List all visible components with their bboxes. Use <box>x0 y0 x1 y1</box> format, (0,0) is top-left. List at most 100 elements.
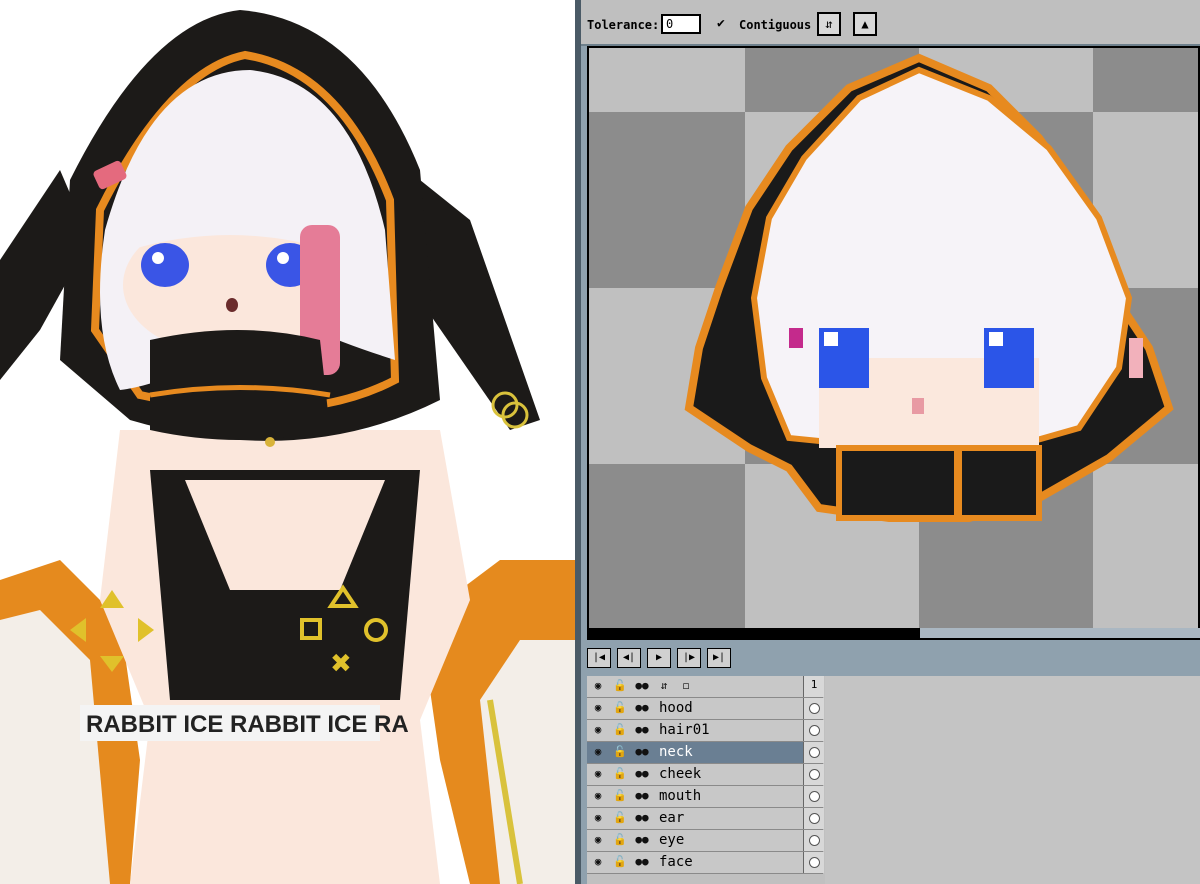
layer-name: ear <box>659 810 685 826</box>
lock-icon[interactable]: 🔓 <box>611 678 629 694</box>
bucket-icon[interactable]: ▲ <box>853 12 877 36</box>
pixel-collar <box>836 445 1042 521</box>
eye-icon[interactable]: ◉ <box>589 744 607 760</box>
reference-illustration: RABBIT ICE RABBIT ICE RA ✖ <box>0 0 575 884</box>
keyframe-dot <box>809 769 820 780</box>
onion-skin-icon[interactable]: ●● <box>633 700 651 716</box>
pixel-ear <box>1129 338 1143 378</box>
last-frame-icon[interactable]: ▶| <box>707 648 731 668</box>
layer-row-eye[interactable]: ◉ 🔓 ●● eye <box>587 830 824 852</box>
character-artwork: RABBIT ICE RABBIT ICE RA ✖ <box>0 10 575 884</box>
eye-icon[interactable]: ◉ <box>589 788 607 804</box>
play-icon[interactable]: ▶ <box>647 648 671 668</box>
collar-button <box>265 437 275 447</box>
left-eye <box>141 243 189 287</box>
pixel-collar-seam <box>954 448 962 518</box>
eye-icon[interactable]: ◉ <box>589 766 607 782</box>
keyframe-dot <box>809 857 820 868</box>
eye-icon[interactable]: ◉ <box>589 722 607 738</box>
onion-skin-icon[interactable]: ●● <box>633 832 651 848</box>
keyframe-dot <box>809 791 820 802</box>
frame-cell[interactable] <box>803 764 824 785</box>
lock-icon[interactable]: 🔓 <box>611 766 629 782</box>
checker-tile <box>589 464 745 630</box>
layer-name: hood <box>659 700 693 716</box>
keyframe-dot <box>809 835 820 846</box>
layer-name: eye <box>659 832 685 848</box>
timeline-area[interactable] <box>825 676 1200 884</box>
right-eye-shine <box>277 252 289 264</box>
onion-skin-icon[interactable]: ●● <box>633 744 651 760</box>
onion-skin-icon[interactable]: ●● <box>633 788 651 804</box>
lock-icon[interactable]: 🔓 <box>611 810 629 826</box>
eye-icon[interactable]: ◉ <box>589 700 607 716</box>
tolerance-label: Tolerance: <box>587 18 660 32</box>
contiguous-label: Contiguous <box>739 18 812 32</box>
layer-row-neck[interactable]: ◉ 🔓 ●● neck <box>587 742 824 764</box>
lock-icon[interactable]: 🔓 <box>611 832 629 848</box>
eye-icon[interactable]: ◉ <box>589 832 607 848</box>
drawing-canvas[interactable] <box>587 46 1200 640</box>
shirt-band-text: RABBIT ICE RABBIT ICE RA <box>86 711 409 738</box>
keyframe-dot <box>809 703 820 714</box>
onion-skin-icon[interactable]: ●● <box>633 722 651 738</box>
pixel-right-eye-shine <box>989 332 1003 346</box>
contiguous-checkbox[interactable]: ✔ <box>717 16 725 31</box>
onion-skin-icon[interactable]: ●● <box>633 678 651 694</box>
pixel-mouth <box>912 398 924 414</box>
onion-skin-icon[interactable]: ●● <box>633 854 651 870</box>
horizontal-scrollbar[interactable] <box>587 628 1200 638</box>
left-eye-shine <box>152 252 164 264</box>
frame-cell[interactable] <box>803 742 824 763</box>
pixel-left-eye-shine <box>824 332 838 346</box>
transform-icon[interactable]: ⇵ <box>817 12 841 36</box>
layer-header-row: ◉ 🔓 ●● ⇵ ◻ 1 <box>587 676 824 698</box>
onion-skin-icon[interactable]: ●● <box>633 810 651 826</box>
frame-cell[interactable] <box>803 808 824 829</box>
keyframe-dot <box>809 725 820 736</box>
tolerance-input[interactable] <box>661 14 701 34</box>
scrollbar-thumb[interactable] <box>920 628 1200 638</box>
eye-icon[interactable]: ◉ <box>589 678 607 694</box>
frame-cell[interactable] <box>803 830 824 851</box>
layer-row-ear[interactable]: ◉ 🔓 ●● ear <box>587 808 824 830</box>
lock-icon[interactable]: 🔓 <box>611 788 629 804</box>
checker-tile <box>1093 48 1198 112</box>
pixel-art-canvas[interactable] <box>589 48 1198 630</box>
lock-icon[interactable]: 🔓 <box>611 854 629 870</box>
layer-row-hood[interactable]: ◉ 🔓 ●● hood <box>587 698 824 720</box>
keyframe-dot <box>809 813 820 824</box>
frame-cell[interactable] <box>803 786 824 807</box>
frame-header: 1 <box>803 676 824 697</box>
frame-cell[interactable] <box>803 720 824 741</box>
first-frame-icon[interactable]: |◀ <box>587 648 611 668</box>
lock-icon[interactable]: 🔓 <box>611 744 629 760</box>
mouth <box>226 298 238 312</box>
frame-cell[interactable] <box>803 698 824 719</box>
eye-icon[interactable]: ◉ <box>589 854 607 870</box>
pixel-eye-accent <box>789 328 803 348</box>
new-layer-icon[interactable]: ◻ <box>677 678 695 694</box>
eye-icon[interactable]: ◉ <box>589 810 607 826</box>
frame-cell[interactable] <box>803 852 824 873</box>
layer-name: neck <box>659 744 693 760</box>
pixel-editor-window: Tolerance: ✔ Contiguous ⇵ ▲ <box>581 0 1200 884</box>
keyframe-dot <box>809 747 820 758</box>
link-icon[interactable]: ⇵ <box>655 678 673 694</box>
layer-row-mouth[interactable]: ◉ 🔓 ●● mouth <box>587 786 824 808</box>
layer-name: face <box>659 854 693 870</box>
layer-panel: ◉ 🔓 ●● ⇵ ◻ 1 ◉ 🔓 ●● hood ◉ 🔓 ●● hair01 ◉… <box>587 676 1200 884</box>
lock-icon[interactable]: 🔓 <box>611 700 629 716</box>
checker-tile <box>589 112 745 288</box>
layer-name: cheek <box>659 766 702 782</box>
cross-symbol: ✖ <box>330 649 352 679</box>
lock-icon[interactable]: 🔓 <box>611 722 629 738</box>
layer-name: mouth <box>659 788 702 804</box>
layer-row-hair01[interactable]: ◉ 🔓 ●● hair01 <box>587 720 824 742</box>
onion-skin-icon[interactable]: ●● <box>633 766 651 782</box>
layer-row-face[interactable]: ◉ 🔓 ●● face <box>587 852 824 874</box>
next-frame-icon[interactable]: |▶ <box>677 648 701 668</box>
prev-frame-icon[interactable]: ◀| <box>617 648 641 668</box>
tool-options-bar: Tolerance: ✔ Contiguous ⇵ ▲ <box>581 0 1200 46</box>
layer-row-cheek[interactable]: ◉ 🔓 ●● cheek <box>587 764 824 786</box>
